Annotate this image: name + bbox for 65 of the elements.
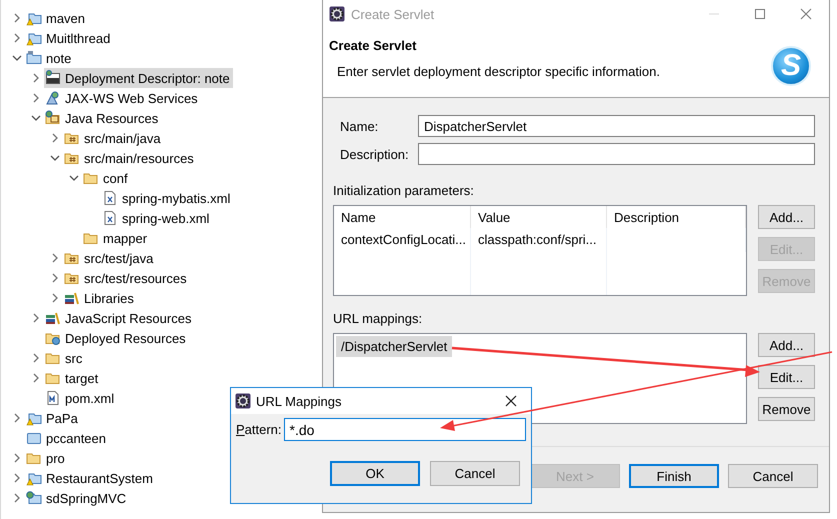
list-item[interactable]: /DispatcherServlet [336, 336, 452, 357]
pom-icon [45, 390, 61, 406]
descriptor-icon [45, 70, 61, 86]
tree-item[interactable]: RestaurantSystem [25, 468, 156, 488]
side-button[interactable]: Add... [758, 333, 815, 357]
window-title: URL Mappings [256, 394, 343, 408]
table-cell: classpath:conf/spri... [471, 228, 607, 252]
tree-item[interactable]: pro [25, 448, 68, 468]
page-title: Create Servlet [329, 38, 418, 53]
tree-item[interactable]: src [44, 348, 86, 368]
app-icon [329, 6, 345, 22]
input-field[interactable]: DispatcherServlet [418, 115, 815, 137]
tree-item[interactable]: mapper [82, 228, 150, 248]
tree-item[interactable]: note [25, 48, 74, 68]
webservices-icon [45, 90, 61, 106]
tree-item[interactable]: src/test/java [63, 248, 156, 268]
column-header[interactable]: Value [471, 206, 607, 228]
servlet-logo: S [771, 46, 811, 86]
tree-item[interactable]: spring-web.xml [101, 208, 212, 228]
tree-item[interactable]: Deployed Resources [44, 328, 189, 348]
app-icon [235, 393, 251, 409]
window-title: Create Servlet [351, 6, 436, 22]
column-header[interactable]: Name [334, 206, 471, 228]
tree-item[interactable]: src/main/java [63, 128, 164, 148]
wizard-button[interactable]: Cancel [728, 464, 818, 488]
side-button[interactable]: Add... [758, 205, 815, 229]
tree-item[interactable]: Muitlthread [25, 28, 114, 48]
plain-project-icon [26, 430, 42, 446]
java-resources-icon [45, 110, 61, 126]
tree-item[interactable]: target [44, 368, 102, 388]
xml-file-icon [102, 210, 118, 226]
page-description: Enter servlet deployment descriptor specific information. [336, 64, 661, 79]
field-label: Description: [339, 146, 410, 162]
tree-item[interactable]: maven [25, 8, 88, 28]
tree-item[interactable]: src/test/resources [63, 268, 190, 288]
field-label: Pattern: [236, 422, 282, 437]
project-icon [26, 50, 42, 66]
tree-item[interactable]: sdSpringMVC [25, 488, 130, 508]
tree-item[interactable]: PaPa [25, 408, 81, 428]
input-field[interactable]: *.do [284, 418, 526, 441]
libraries-icon [64, 290, 80, 306]
dialog-button[interactable]: Cancel [430, 461, 520, 486]
dialog-button[interactable]: OK [330, 461, 420, 486]
section-label: URL mappings: [333, 311, 424, 326]
tree-item[interactable]: Libraries [63, 288, 137, 308]
tree-item[interactable]: conf [82, 168, 131, 188]
tree-item[interactable]: src/main/resources [63, 148, 197, 168]
field-label: Name: [339, 118, 380, 134]
section-label: Initialization parameters: [333, 183, 475, 198]
xml-file-icon [102, 190, 118, 206]
side-button[interactable]: Edit... [758, 365, 815, 389]
tree-item[interactable]: spring-mybatis.xml [101, 188, 234, 208]
input-field[interactable] [418, 143, 815, 165]
web-project-icon [26, 490, 42, 506]
tree-item[interactable]: pom.xml [44, 388, 118, 408]
tree-item[interactable]: Java Resources [44, 108, 162, 128]
libraries-icon [45, 310, 61, 326]
table-cell: contextConfigLocati... [334, 228, 471, 252]
tree-item[interactable]: JavaScript Resources [44, 308, 194, 328]
column-header[interactable]: Description [607, 206, 746, 228]
tree-item[interactable]: pccanteen [25, 428, 109, 448]
side-button[interactable]: Remove [758, 397, 815, 421]
wizard-button[interactable]: Finish [629, 464, 719, 488]
tree-item[interactable]: Deployment Descriptor: note [44, 68, 233, 88]
tree-item[interactable]: JAX-WS Web Services [44, 88, 201, 108]
